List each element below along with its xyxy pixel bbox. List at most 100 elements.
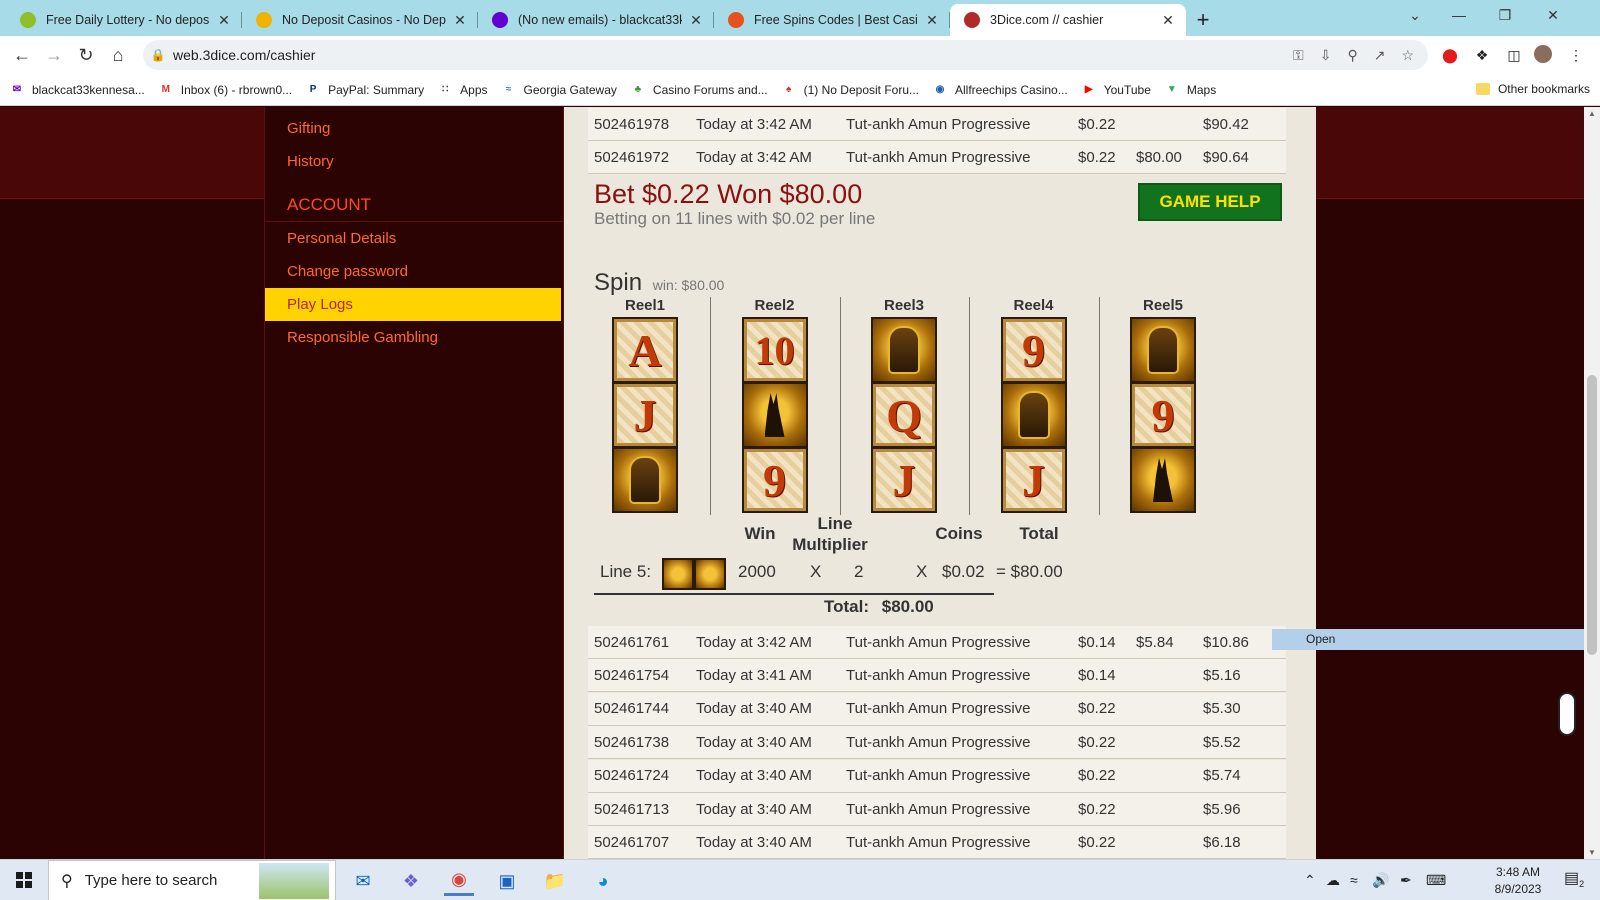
minimize-button[interactable]: — — [1436, 0, 1482, 30]
notification-count: 2 — [1579, 879, 1585, 890]
browser-tab[interactable]: Free Daily Lottery - No deposit bo ✕ — [6, 4, 242, 36]
scroll-down-arrow-icon[interactable]: ▼ — [1584, 848, 1600, 857]
yahoo-mail-favicon-icon — [492, 12, 508, 28]
side-panel-icon[interactable]: ◫ — [1504, 45, 1524, 65]
pharaoh-symbol-icon — [871, 317, 937, 383]
game-help-button[interactable]: GAME HELP — [1138, 183, 1282, 221]
bookmark-item[interactable]: ♠ (1) No Deposit Foru... — [782, 83, 919, 97]
bookmark-item[interactable]: ▶ YouTube — [1082, 83, 1151, 97]
mail-app-icon[interactable]: ✉ — [348, 866, 378, 896]
bookmark-item[interactable]: ✉ blackcat33kennesa... — [10, 83, 145, 97]
home-button[interactable]: ⌂ — [102, 39, 134, 71]
copilot-app-icon[interactable]: ❖ — [396, 866, 426, 896]
bookmark-item[interactable]: ◉ Allfreechips Casino... — [933, 83, 1068, 97]
open-tooltip-bar[interactable]: Open — [1272, 629, 1584, 650]
tab-title: Free Daily Lottery - No deposit bo — [46, 13, 210, 27]
log-date: Today at 3:42 AM — [696, 633, 812, 651]
sidebar-item-change-password[interactable]: Change password — [265, 255, 563, 288]
url-text[interactable]: web.3dice.com/cashier — [173, 47, 315, 63]
omnibox[interactable]: 🔒 web.3dice.com/cashier ⚿ ⇩ ⚲ ↗ ☆ — [143, 40, 1428, 70]
bookmark-label: Apps — [460, 82, 488, 97]
play-log-row[interactable]: 502461978 Today at 3:42 AM Tut-ankh Amun P… — [588, 108, 1286, 141]
browser-tab[interactable]: Free Spins Codes | Best Casino Bo ✕ — [714, 4, 950, 36]
browser-tab[interactable]: 3Dice.com // cashier ✕ — [950, 4, 1186, 36]
log-bet: $0.22 — [1078, 767, 1116, 785]
keyboard-icon[interactable]: ⌨ — [1426, 872, 1446, 889]
tab-close-icon[interactable]: ✕ — [216, 12, 232, 29]
tab-close-icon[interactable]: ✕ — [1160, 12, 1176, 29]
log-balance: $5.96 — [1203, 800, 1241, 818]
card-symbol: A — [612, 317, 678, 383]
bookmark-item[interactable]: ♣ Casino Forums and... — [631, 83, 768, 97]
wifi-icon[interactable]: ≈ — [1350, 872, 1358, 888]
times-sign: X — [810, 562, 822, 581]
side-drag-handle[interactable] — [1558, 692, 1576, 736]
zoom-icon[interactable]: ⚲ — [1347, 47, 1357, 64]
system-clock[interactable]: 3:48 AM 8/9/2023 — [1478, 864, 1558, 898]
key-icon[interactable]: ⚿ — [1293, 47, 1304, 64]
log-bet: $0.22 — [1078, 115, 1116, 133]
line-header: Line — [817, 514, 853, 533]
reel-column: Reel4 9 J — [969, 295, 1099, 515]
bookmark-item[interactable]: M Inbox (6) - rbrown0... — [159, 83, 293, 97]
browser-tab[interactable]: No Deposit Casinos - No Deposit ✕ — [242, 4, 478, 36]
opera-extension-icon[interactable]: ⬤ — [1440, 45, 1460, 65]
log-id: 502461713 — [594, 800, 670, 818]
store-app-icon[interactable]: ▣ — [492, 866, 522, 896]
forward-button[interactable]: → — [38, 39, 70, 71]
spin-label: Spin — [594, 269, 643, 296]
start-button[interactable] — [0, 860, 48, 900]
tab-close-icon[interactable]: ✕ — [688, 12, 704, 29]
extensions-puzzle-icon[interactable]: ❖ — [1472, 45, 1492, 65]
sidebar-item-play-logs[interactable]: Play Logs — [265, 288, 561, 321]
pharaoh-symbol-icon — [1000, 382, 1067, 448]
play-log-row[interactable]: 502461754 Today at 3:41 AM Tut-ankh Amun P… — [588, 659, 1286, 693]
pen-icon[interactable]: ✒ — [1400, 872, 1412, 889]
page-scrollbar[interactable]: ▲ ▼ — [1584, 107, 1600, 859]
bookmark-item[interactable]: P PayPal: Summary — [306, 83, 424, 97]
tab-close-icon[interactable]: ✕ — [452, 12, 468, 29]
log-id: 502461744 — [594, 700, 670, 718]
file-explorer-icon[interactable]: 📁 — [540, 866, 570, 896]
close-window-button[interactable]: ✕ — [1530, 0, 1576, 30]
spin-title: Spin win: $80.00 — [594, 269, 724, 297]
play-log-row[interactable]: 502461972 Today at 3:42 AM Tut-ankh Amun P… — [588, 141, 1286, 175]
reload-button[interactable]: ↻ — [70, 39, 102, 71]
taskbar-search[interactable]: ⚲ Type here to search — [48, 860, 336, 900]
play-log-row[interactable]: 502461744 Today at 3:40 AM Tut-ankh Amun P… — [588, 692, 1286, 726]
onedrive-icon[interactable]: ☁ — [1326, 872, 1340, 889]
sidebar-item-history[interactable]: History — [265, 145, 563, 178]
bookmark-star-icon[interactable]: ☆ — [1401, 47, 1414, 64]
back-button[interactable]: ← — [6, 39, 38, 71]
tray-chevron-icon[interactable]: ⌃ — [1304, 872, 1316, 889]
scrollbar-thumb[interactable] — [1587, 375, 1597, 655]
bookmark-item[interactable]: ≈ Georgia Gateway — [502, 83, 617, 97]
chrome-app-icon[interactable]: ◉ — [444, 866, 474, 896]
scroll-up-arrow-icon[interactable]: ▲ — [1584, 109, 1600, 118]
new-tab-button[interactable]: + — [1186, 4, 1220, 36]
sidebar-item-personal-details[interactable]: Personal Details — [265, 222, 563, 255]
profile-avatar[interactable] — [1534, 45, 1552, 63]
browser-tab[interactable]: (No new emails) - blackcat33kenn ✕ — [478, 4, 714, 36]
edge-app-icon[interactable]: ◕ — [588, 866, 618, 896]
install-icon[interactable]: ⇩ — [1320, 47, 1332, 64]
bookmark-item[interactable]: ∷ Apps — [438, 82, 488, 97]
play-log-row[interactable]: 502461738 Today at 3:40 AM Tut-ankh Amun P… — [588, 726, 1286, 760]
play-log-row[interactable]: 502461761 Today at 3:42 AM Tut-ankh Amun P… — [588, 626, 1286, 659]
other-bookmarks[interactable]: Other bookmarks — [1475, 82, 1590, 96]
log-bet: $0.22 — [1078, 733, 1116, 751]
restore-button[interactable]: ❐ — [1482, 0, 1528, 30]
volume-icon[interactable]: 🔊 — [1372, 872, 1389, 889]
bookmark-item[interactable]: ▼ Maps — [1165, 83, 1216, 97]
share-icon[interactable]: ↗ — [1374, 47, 1386, 64]
tab-close-icon[interactable]: ✕ — [924, 12, 940, 29]
play-log-row[interactable]: 502461713 Today at 3:40 AM Tut-ankh Amun P… — [588, 793, 1286, 826]
sidebar-item-responsible-gambling[interactable]: Responsible Gambling — [265, 321, 563, 354]
tab-search-chevron-icon[interactable]: ⌄ — [1392, 0, 1438, 30]
windows-taskbar: ⚲ Type here to search ✉ ❖ ◉ ▣ 📁 ◕ ⌃ ☁ ≈ … — [0, 859, 1600, 900]
play-log-row[interactable]: 502461724 Today at 3:40 AM Tut-ankh Amun P… — [588, 759, 1286, 793]
sidebar-item-gifting[interactable]: Gifting — [265, 112, 563, 145]
play-log-row[interactable]: 502461707 Today at 3:40 AM Tut-ankh Amun P… — [588, 826, 1286, 859]
menu-kebab-icon[interactable]: ⋮ — [1566, 45, 1586, 65]
notification-icon[interactable]: ▤2 — [1564, 868, 1584, 889]
